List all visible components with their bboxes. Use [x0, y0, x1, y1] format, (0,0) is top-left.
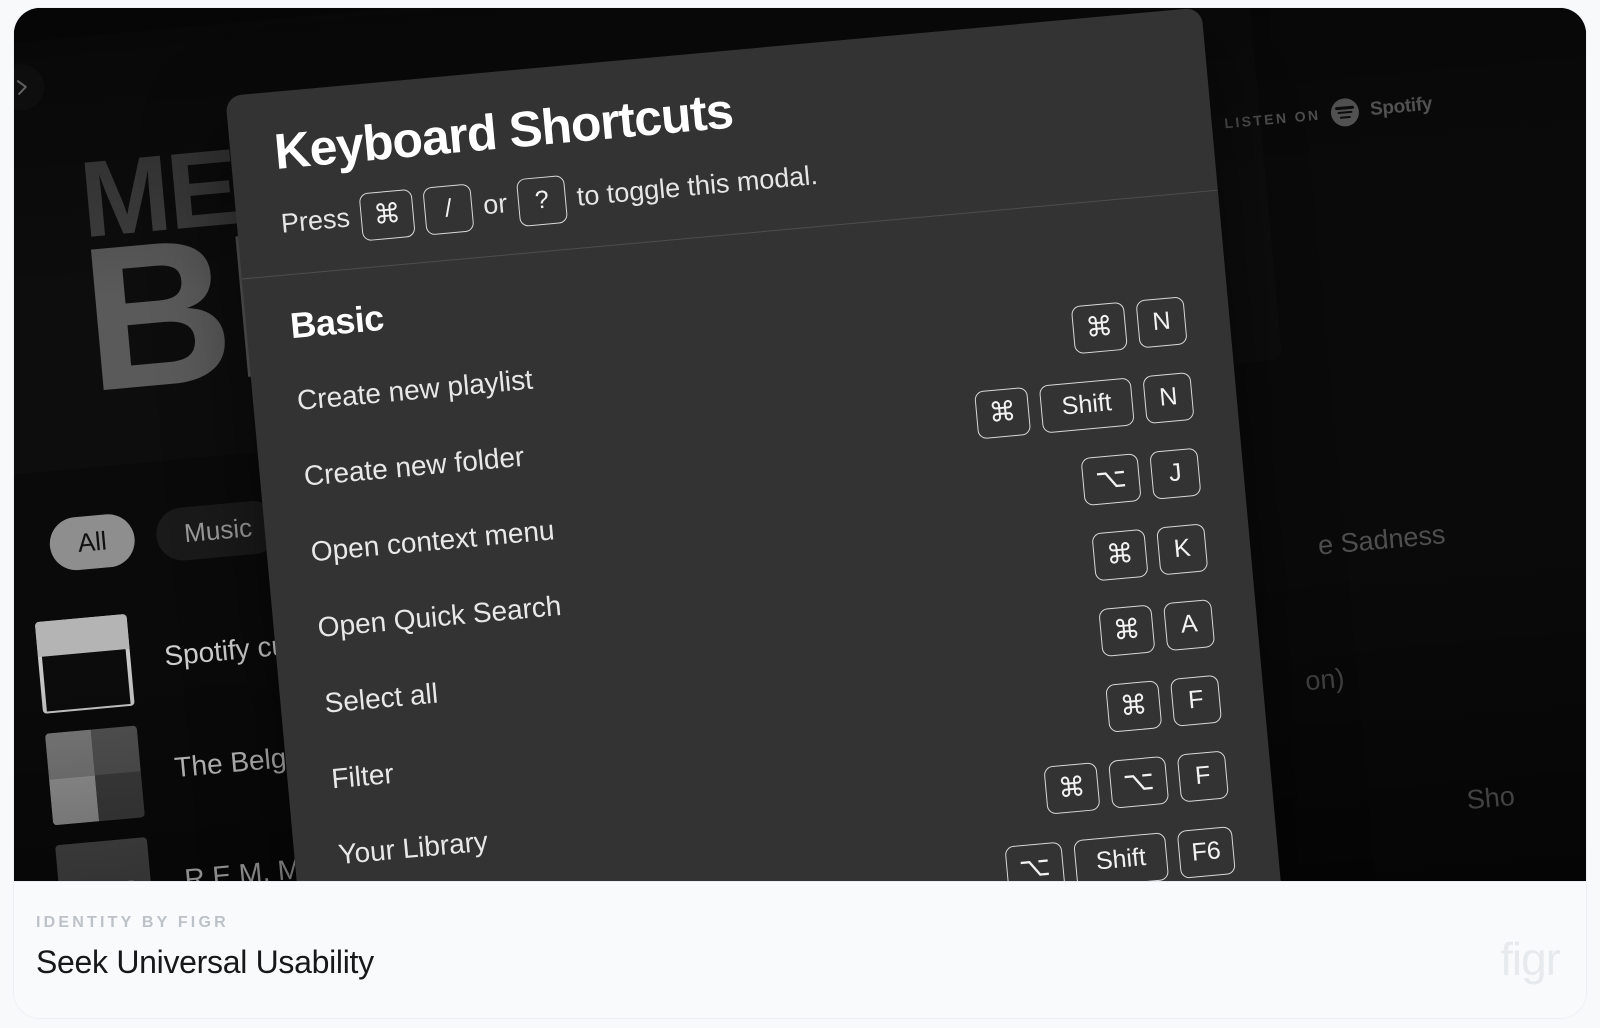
figr-logo: figr [1500, 933, 1561, 985]
press-or-label: or [481, 188, 509, 221]
key-n: N [1142, 371, 1195, 424]
caption-title: Seek Universal Usability [36, 944, 374, 980]
shortcut-keys: ⌥ J [1080, 447, 1202, 506]
shortcut-label: Open context menu [309, 513, 556, 567]
key-command: ⌘ [1043, 761, 1101, 815]
key-n: N [1135, 295, 1188, 348]
spotify-logo-icon [1330, 97, 1361, 128]
key-shift: Shift [1038, 376, 1135, 434]
shortcut-label: Create new folder [302, 440, 526, 492]
key-shift: Shift [1072, 831, 1169, 881]
key-a: A [1163, 598, 1216, 651]
key-option: ⌥ [1080, 452, 1142, 506]
key-f6: F6 [1176, 825, 1236, 879]
shortcut-label: Filter [330, 757, 395, 794]
chevron-right-icon [14, 75, 33, 99]
background-text-sadness: e Sadness [1316, 519, 1447, 561]
shortcut-keys: ⌘ Shift N [974, 371, 1195, 439]
shortcut-keys: ⌘ ⌥ F [1043, 749, 1229, 815]
next-button[interactable] [14, 62, 47, 113]
shortcut-label: Create new playlist [295, 363, 535, 416]
shortcut-keys: ⌥ Shift F6 [1004, 825, 1236, 881]
shortcut-keys: ⌘ F [1105, 674, 1223, 733]
shortcut-label: Open Quick Search [316, 589, 563, 643]
key-command: ⌘ [1098, 603, 1156, 657]
key-j: J [1149, 447, 1202, 500]
album-art [44, 725, 145, 826]
listen-on-label: LISTEN ON [1223, 106, 1322, 132]
keyboard-shortcuts-modal: Keyboard Shortcuts Press ⌘ / or ? to tog… [225, 8, 1283, 881]
showcase-card: METT BE LISTEN ON Spotify All Music Pod [14, 8, 1586, 1018]
album-art [34, 613, 135, 714]
caption-eyebrow: IDENTITY BY FIGR [36, 914, 229, 931]
key-command: ⌘ [358, 188, 416, 241]
key-k: K [1156, 522, 1209, 575]
screenshot-viewport: METT BE LISTEN ON Spotify All Music Pod [14, 8, 1586, 881]
key-command: ⌘ [1070, 301, 1128, 354]
modal-body: Basic Create new playlist ⌘ N Create new… [242, 190, 1281, 881]
filter-chip-all[interactable]: All [47, 511, 137, 573]
key-command: ⌘ [1105, 679, 1163, 733]
shortcut-keys: ⌘ N [1070, 295, 1188, 354]
album-art [55, 836, 156, 881]
caption-bar: IDENTITY BY FIGR Seek Universal Usabilit… [14, 881, 1586, 1018]
background-text-parenthesis: on) [1303, 662, 1346, 697]
press-prefix-label: Press [279, 202, 352, 239]
spotify-wordmark: Spotify [1369, 93, 1434, 121]
shortcut-label: Your Library [336, 825, 490, 870]
background-text-show: Sho [1465, 780, 1517, 816]
key-option: ⌥ [1004, 841, 1066, 881]
key-question: ? [515, 174, 569, 227]
shortcut-keys: ⌘ K [1091, 522, 1209, 581]
key-option: ⌥ [1107, 755, 1170, 809]
key-slash: / [422, 182, 475, 236]
press-suffix-label: to toggle this modal. [575, 159, 819, 212]
key-f: F [1169, 674, 1223, 727]
shortcut-keys: ⌘ A [1098, 598, 1216, 657]
key-command: ⌘ [1091, 528, 1149, 581]
page-root: METT BE LISTEN ON Spotify All Music Pod [0, 0, 1600, 1028]
key-f: F [1176, 749, 1229, 803]
key-command: ⌘ [974, 386, 1032, 439]
shortcut-label: Select all [323, 677, 440, 719]
